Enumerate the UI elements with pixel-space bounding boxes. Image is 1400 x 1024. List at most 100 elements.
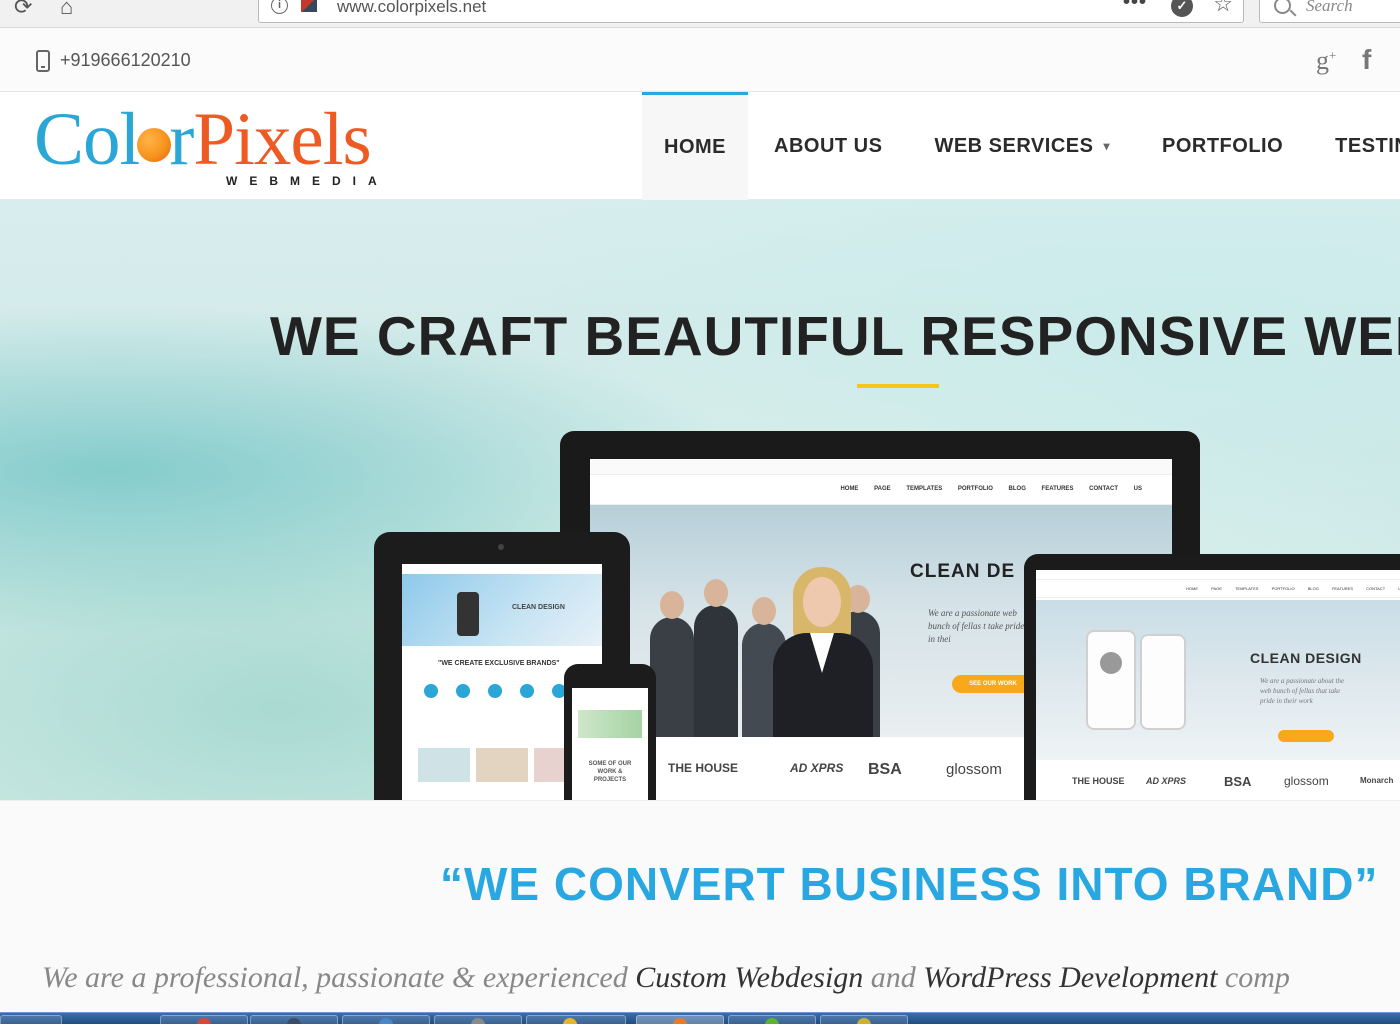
hero-section: WE CRAFT BEAUTIFUL RESPONSIVE WEBS HOME …: [0, 200, 1400, 800]
brand-logo: THE HOUSE: [668, 761, 739, 775]
app-icon: [563, 1018, 577, 1024]
app-icon: [765, 1018, 779, 1024]
phone-mockup: SOME OF OUR WORK & PROJECTS: [564, 664, 656, 800]
nav-about-us[interactable]: ABOUT US: [748, 92, 908, 200]
pocket-icon[interactable]: ✓: [1171, 0, 1193, 17]
hero-title: WE CRAFT BEAUTIFUL RESPONSIVE WEBS: [270, 305, 1400, 367]
logo-text-pixels: Pixels: [193, 98, 371, 181]
google-plus-icon[interactable]: g+: [1316, 46, 1336, 76]
woman-image: [768, 567, 878, 737]
service-icon: [456, 684, 470, 698]
brand-logo: AD XPRS: [1146, 776, 1187, 786]
tablet-heading: CLEAN DESIGN: [512, 604, 565, 611]
page-actions-icon[interactable]: •••: [1123, 0, 1147, 14]
brand-logo: BSA: [868, 761, 902, 778]
intro-text-emphasis: WordPress Development: [923, 961, 1218, 994]
laptop-topbar: [1036, 570, 1400, 580]
site-header: Col rPixels WEBMEDIA HOME ABOUT US WEB SE…: [0, 92, 1400, 200]
firefox-icon: [673, 1018, 687, 1024]
service-icon: [488, 684, 502, 698]
monitor-nav: HOME PAGE TEMPLATES PORTFOLIO BLOG FEATU…: [590, 475, 1172, 505]
app-phone-image: [1086, 630, 1136, 730]
site-logo[interactable]: Col rPixels WEBMEDIA: [34, 100, 434, 195]
laptop-button: [1278, 730, 1334, 742]
taskbar-app[interactable]: [250, 1015, 338, 1024]
taskbar-app-firefox[interactable]: [636, 1015, 724, 1024]
taskbar-app[interactable]: [728, 1015, 816, 1024]
nav-web-services-label: WEB SERVICES: [934, 134, 1094, 157]
taskbar-app-chrome[interactable]: [160, 1015, 248, 1024]
laptop-body-text: We are a passionate about the web bunch …: [1260, 677, 1345, 705]
laptop-screen: HOME PAGE TEMPLATES PORTFOLIO BLOG FEATU…: [1036, 570, 1400, 800]
nav-testimonials[interactable]: TESTIN: [1309, 92, 1400, 200]
business-people-image: [650, 545, 880, 737]
laptop-nav-text: HOME PAGE TEMPLATES PORTFOLIO BLOG FEATU…: [1036, 580, 1400, 598]
monitor-body-text: We are a passionate web bunch of fellas …: [928, 608, 1025, 644]
logo-subtitle: WEBMEDIA: [226, 174, 389, 188]
monitor-topbar: [590, 459, 1172, 475]
windows-taskbar: [0, 1012, 1400, 1024]
laptop-hero-image: CLEAN DESIGN We are a passionate about t…: [1036, 600, 1400, 760]
phone-text: SOME OF OUR WORK & PROJECTS: [588, 761, 632, 783]
tagline-section: “WE CONVERT BUSINESS INTO BRAND” We are …: [0, 800, 1400, 1012]
taskbar-app[interactable]: [434, 1015, 522, 1024]
url-text[interactable]: www.colorpixels.net: [337, 0, 486, 17]
tablet-hand-phone-image: [457, 592, 479, 636]
monitor-see-work-button: SEE OUR WORK: [952, 675, 1034, 693]
tablet-camera: [498, 544, 504, 550]
intro-text-emphasis: Custom Webdesign: [635, 961, 864, 994]
nav-web-services[interactable]: WEB SERVICES ▾: [908, 92, 1136, 200]
logo-orange-dot-icon: [137, 127, 172, 162]
app-icon: [857, 1018, 871, 1024]
phone-hero-image: [578, 710, 642, 738]
contact-phone: +919666120210: [60, 50, 191, 70]
brand-logo: BSA: [1224, 774, 1252, 789]
phone-screen: SOME OF OUR WORK & PROJECTS: [572, 688, 648, 800]
tablet-thumbnails: [418, 748, 586, 782]
tablet-title: "WE CREATE EXCLUSIVE BRANDS": [438, 660, 560, 667]
taskbar-app[interactable]: [820, 1015, 908, 1024]
browser-search-input[interactable]: Search: [1259, 0, 1400, 23]
brand-logo: THE HOUSE: [1072, 776, 1125, 786]
main-nav: HOME ABOUT US WEB SERVICES ▾ PORTFOLIO T…: [642, 92, 1400, 200]
nav-portfolio[interactable]: PORTFOLIO: [1136, 92, 1309, 200]
brand-logo: glossom: [1284, 774, 1329, 788]
site-favicon-icon: [301, 0, 317, 12]
tablet-hero-image: CLEAN DESIGN: [402, 574, 602, 646]
app-icon: [379, 1018, 393, 1024]
app-phone-image: [1140, 634, 1186, 730]
monitor-nav-text: HOME PAGE TEMPLATES PORTFOLIO BLOG FEATU…: [840, 486, 1142, 492]
facebook-icon[interactable]: f: [1362, 44, 1371, 76]
search-placeholder: Search: [1306, 0, 1353, 15]
app-icon: [471, 1018, 485, 1024]
brand-logo: AD XPRS: [790, 761, 844, 775]
contact-bar: +919666120210 g+ f: [0, 28, 1400, 92]
thumbnail-image: [476, 748, 528, 782]
info-icon[interactable]: i: [271, 0, 288, 14]
intro-text-part: We are a professional, passionate & expe…: [42, 961, 636, 994]
logo-text-r: r: [169, 98, 194, 181]
taskbar-app[interactable]: [526, 1015, 626, 1024]
home-icon[interactable]: ⌂: [60, 0, 73, 20]
service-icon: [424, 684, 438, 698]
laptop-mockup: HOME PAGE TEMPLATES PORTFOLIO BLOG FEATU…: [1024, 554, 1400, 800]
app-icon: [287, 1018, 301, 1024]
reload-icon[interactable]: ⟳: [14, 0, 32, 20]
intro-text: We are a professional, passionate & expe…: [42, 961, 1290, 995]
brand-logo: glossom: [946, 761, 1002, 778]
browser-toolbar: ⟳ ⌂ i www.colorpixels.net ••• ✓ ☆ Search: [0, 0, 1400, 28]
nav-home[interactable]: HOME: [642, 92, 748, 200]
tablet-service-icons: [424, 684, 566, 698]
address-bar[interactable]: i www.colorpixels.net ••• ✓ ☆: [258, 0, 1244, 23]
hero-underline: [857, 384, 939, 388]
chevron-down-icon: ▾: [1103, 139, 1110, 153]
search-icon: [1274, 0, 1291, 14]
bookmark-star-icon[interactable]: ☆: [1213, 0, 1233, 17]
start-button[interactable]: [0, 1015, 62, 1024]
taskbar-app[interactable]: [342, 1015, 430, 1024]
brand-logo: Monarch: [1360, 776, 1394, 785]
service-icon: [520, 684, 534, 698]
intro-text-part: and: [863, 961, 924, 994]
thumbnail-image: [418, 748, 470, 782]
logo-text-color: Col: [34, 98, 140, 181]
